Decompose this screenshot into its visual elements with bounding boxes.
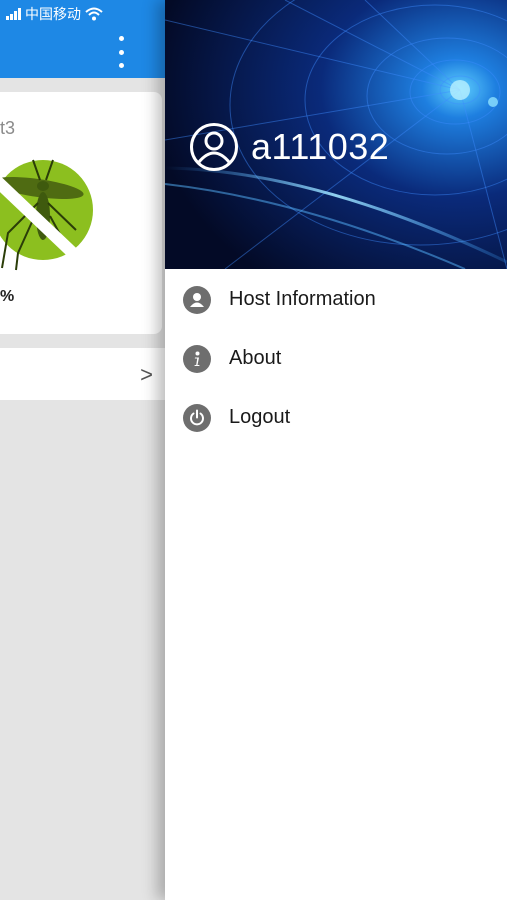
username: a111032 bbox=[251, 126, 390, 167]
device-card[interactable]: t3 % bbox=[0, 92, 162, 334]
power-icon bbox=[183, 403, 211, 432]
menu-label: Host Information bbox=[229, 288, 376, 310]
navigation-drawer: a111032 Host Information About Logout bbox=[165, 0, 507, 900]
menu-item-about[interactable]: About bbox=[165, 329, 507, 388]
user-profile: a111032 bbox=[189, 122, 389, 172]
more-options-icon[interactable] bbox=[113, 36, 129, 68]
app-header: 中国移动 bbox=[0, 0, 165, 78]
signal-icon bbox=[6, 8, 21, 20]
carrier-label: 中国移动 bbox=[25, 6, 81, 22]
menu-label: Logout bbox=[229, 406, 291, 428]
no-mosquito-icon bbox=[0, 159, 93, 271]
status-bar-left: 中国移动 bbox=[6, 4, 103, 24]
drawer-menu: Host Information About Logout bbox=[165, 270, 507, 447]
info-icon bbox=[183, 344, 211, 373]
list-row[interactable]: > bbox=[0, 348, 165, 400]
user-avatar-icon bbox=[190, 123, 238, 171]
background-app-screen: 中国移动 t3 % > bbox=[0, 0, 165, 900]
card-count: t3 bbox=[0, 118, 16, 138]
chevron-right-icon: > bbox=[140, 362, 153, 387]
person-icon bbox=[183, 285, 211, 314]
menu-label: About bbox=[229, 347, 282, 369]
menu-item-logout[interactable]: Logout bbox=[165, 388, 507, 447]
menu-item-host-information[interactable]: Host Information bbox=[165, 270, 507, 329]
drawer-header: a111032 bbox=[165, 0, 507, 269]
wifi-icon bbox=[85, 7, 103, 21]
card-percent: % bbox=[0, 288, 15, 305]
